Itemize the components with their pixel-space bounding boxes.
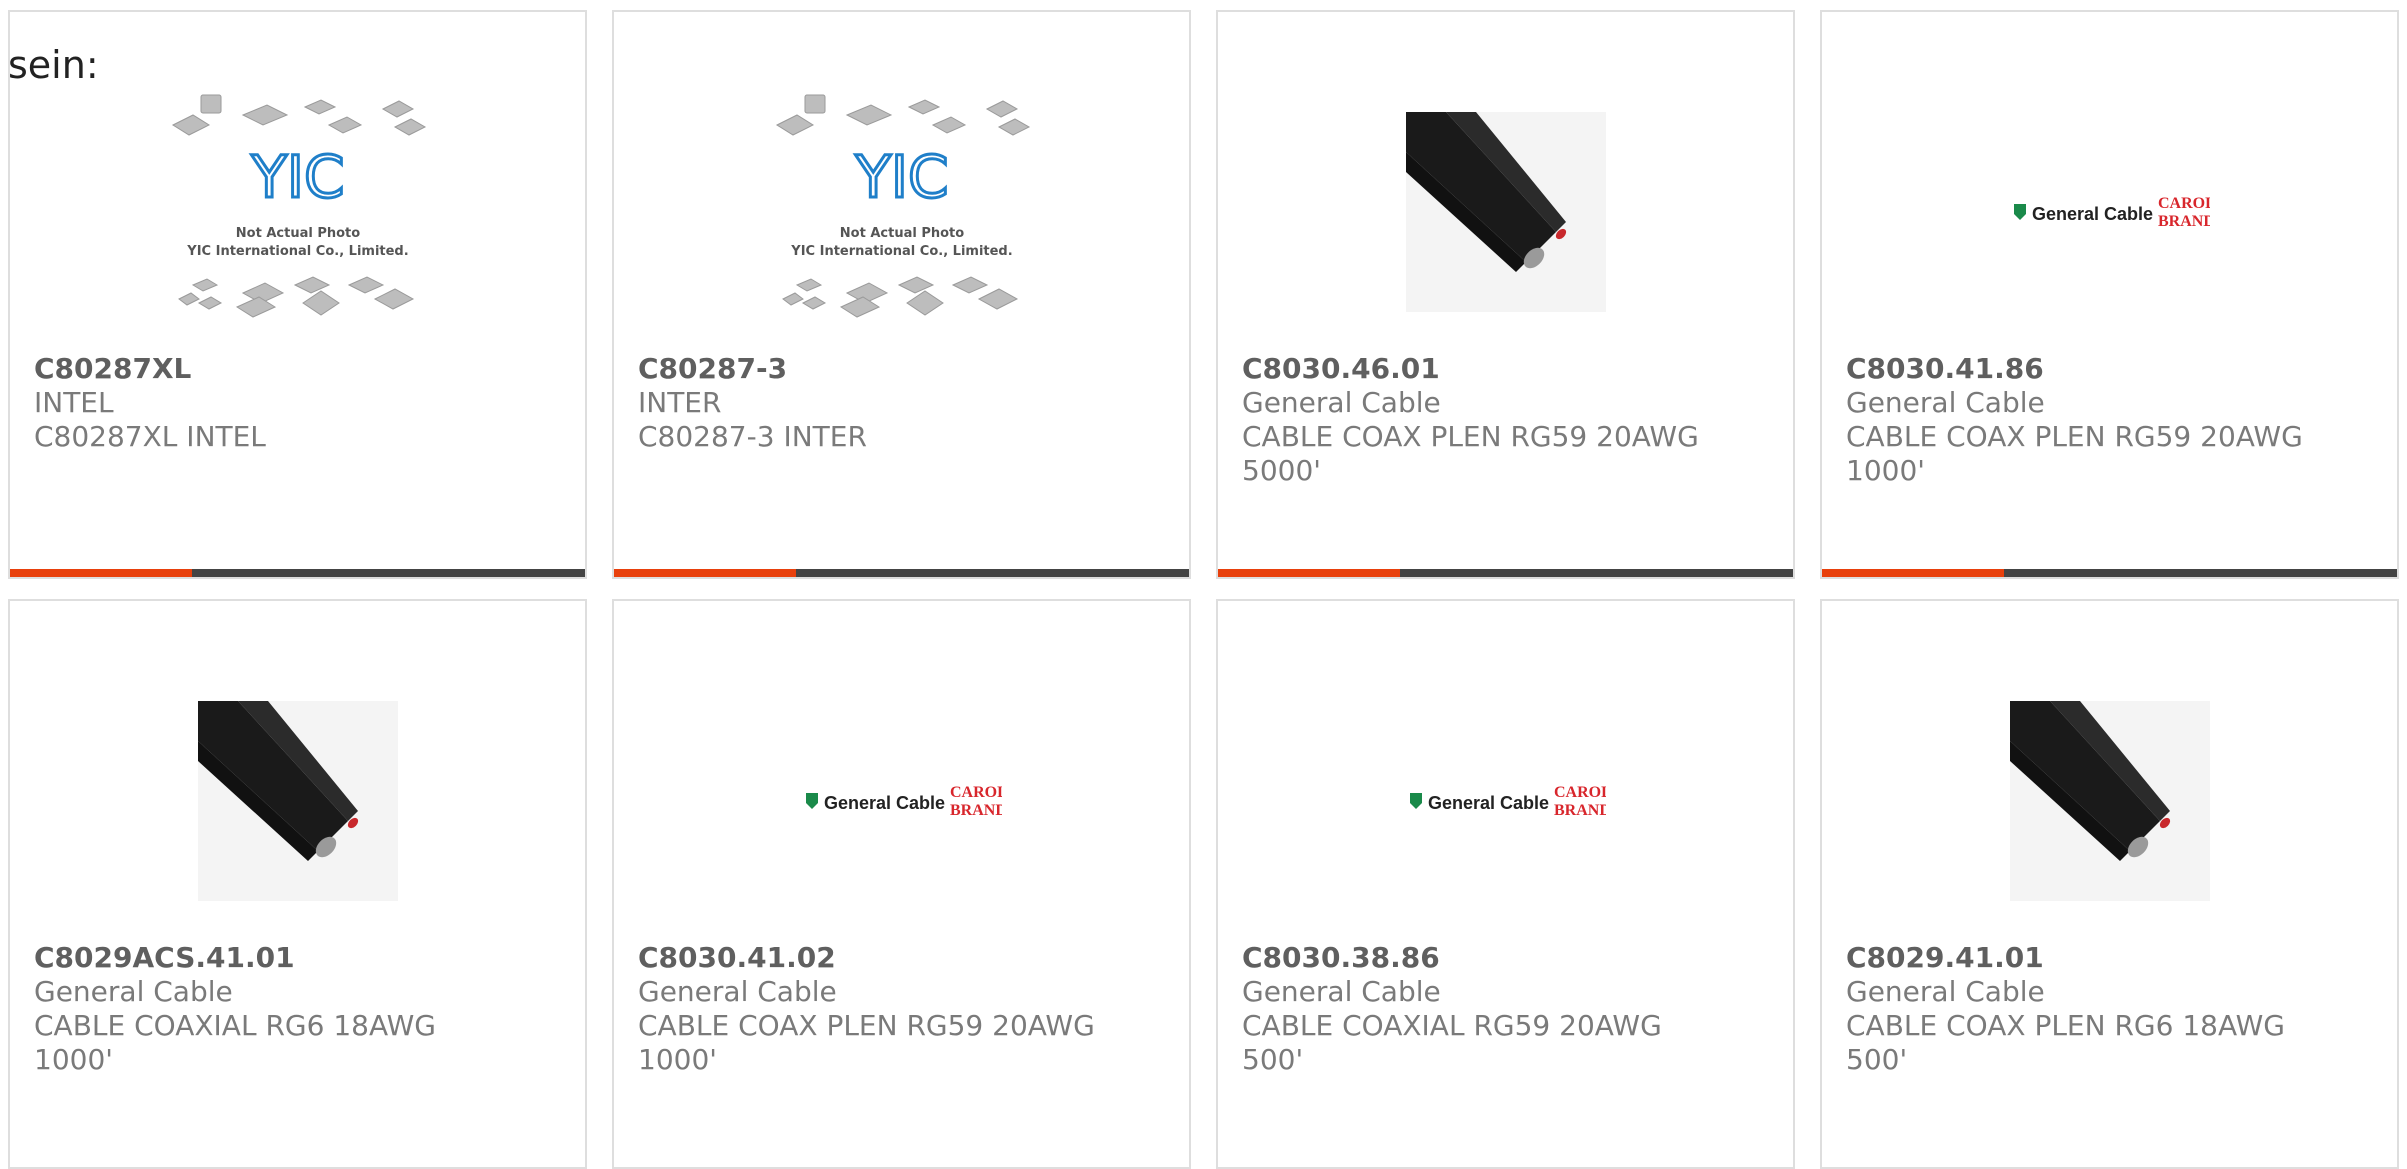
card-bar-accent [10, 569, 192, 577]
image-caption-1: Not Actual Photo [235, 226, 359, 241]
brand-name-2a: CAROL [950, 784, 1002, 801]
card-bar-accent [1822, 569, 2004, 577]
brand-name-2b: BRAND [2158, 213, 2210, 230]
card-bar-accent [1218, 569, 1400, 577]
card-progress-bar [614, 569, 1189, 577]
description-line-1: CABLE COAX PLEN RG59 20AWG [1242, 420, 1699, 453]
description-line-2: 500' [1846, 1043, 1908, 1076]
description-line-2: 5000' [1242, 454, 1321, 487]
description-line-1: CABLE COAX PLEN RG6 18AWG [1846, 1009, 2285, 1042]
description-line-1: CABLE COAX PLEN RG59 20AWG [1846, 420, 2303, 453]
description-line-2: 1000' [34, 1043, 113, 1076]
product-grid-row-1: YIC Not Actual Photo YIC International C… [8, 10, 2400, 579]
brand-name-2a: CAROL [1554, 784, 1606, 801]
product-info: C8030.38.86 General Cable CABLE COAXIAL … [1242, 941, 1773, 1077]
product-info: C80287XL INTEL C80287XL INTEL [34, 352, 565, 454]
manufacturer: General Cable [1242, 975, 1441, 1008]
part-number-link[interactable]: C8029.41.01 [1846, 941, 2377, 975]
manufacturer: INTEL [34, 386, 114, 419]
card-progress-bar [1218, 569, 1793, 577]
manufacturer: General Cable [1846, 975, 2045, 1008]
product-card[interactable]: C8030.46.01 General Cable CABLE COAX PLE… [1216, 10, 1795, 579]
product-grid-row-2: C8029ACS.41.01 General Cable CABLE COAXI… [8, 599, 2400, 1169]
description-line-2: 1000' [638, 1043, 717, 1076]
part-number-link[interactable]: C80287XL [34, 352, 565, 386]
manufacturer: General Cable [34, 975, 233, 1008]
description-line-1: C80287XL INTEL [34, 420, 266, 453]
card-progress-bar [1822, 569, 2397, 577]
brand-name-2a: CAROL [2158, 195, 2210, 212]
part-number-link[interactable]: C8029ACS.41.01 [34, 941, 565, 975]
page-label: sein: [8, 43, 99, 87]
description-line-1: CABLE COAX PLEN RG59 20AWG [638, 1009, 1095, 1042]
general-cable-brand-logo: General Cable CAROL BRAND [2013, 195, 2210, 230]
description-line-2: 500' [1242, 1043, 1304, 1076]
product-info: C8030.41.86 General Cable CABLE COAX PLE… [1846, 352, 2377, 488]
product-image[interactable] [163, 661, 433, 941]
part-number-link[interactable]: C8030.46.01 [1242, 352, 1773, 386]
product-image[interactable]: General Cable CAROL BRAND [1975, 72, 2245, 352]
coax-cable-photo [1405, 112, 1606, 312]
general-cable-brand-logo: General Cable CAROL BRAND [1409, 784, 1606, 819]
description-line-1: C80287-3 INTER [638, 420, 867, 453]
yic-logo: YIC [854, 143, 948, 211]
part-number-link[interactable]: C8030.41.86 [1846, 352, 2377, 386]
product-info: C8029.41.01 General Cable CABLE COAX PLE… [1846, 941, 2377, 1077]
product-card[interactable]: YIC Not Actual Photo YIC International C… [8, 10, 587, 579]
image-caption-1: Not Actual Photo [839, 226, 963, 241]
product-image[interactable] [1371, 72, 1641, 352]
shield-icon [2013, 204, 2026, 220]
manufacturer: General Cable [638, 975, 837, 1008]
shield-icon [805, 793, 818, 809]
product-card[interactable]: General Cable CAROL BRAND C8030.38.86 Ge… [1216, 599, 1795, 1169]
product-card[interactable]: C8029.41.01 General Cable CABLE COAX PLE… [1820, 599, 2399, 1169]
description-line-1: CABLE COAXIAL RG6 18AWG [34, 1009, 436, 1042]
part-number-link[interactable]: C8030.38.86 [1242, 941, 1773, 975]
brand-name-2b: BRAND [950, 802, 1002, 819]
manufacturer: INTER [638, 386, 722, 419]
image-caption-2: YIC International Co., Limited. [186, 244, 408, 259]
brand-name-1: General Cable [2032, 204, 2153, 224]
image-caption-2: YIC International Co., Limited. [790, 244, 1012, 259]
product-info: C8029ACS.41.01 General Cable CABLE COAXI… [34, 941, 565, 1077]
yic-logo: YIC [250, 143, 344, 211]
card-progress-bar [10, 569, 585, 577]
general-cable-brand-logo: General Cable CAROL BRAND [805, 784, 1002, 819]
product-image[interactable] [1975, 661, 2245, 941]
product-info: C8030.46.01 General Cable CABLE COAX PLE… [1242, 352, 1773, 488]
manufacturer: General Cable [1846, 386, 2045, 419]
part-number-link[interactable]: C80287-3 [638, 352, 1169, 386]
coax-cable-photo [2009, 701, 2210, 901]
product-info: C80287-3 INTER C80287-3 INTER [638, 352, 1169, 454]
product-image[interactable]: General Cable CAROL BRAND [1371, 661, 1641, 941]
product-info: C8030.41.02 General Cable CABLE COAX PLE… [638, 941, 1169, 1077]
product-card[interactable]: General Cable CAROL BRAND C8030.41.02 Ge… [612, 599, 1191, 1169]
brand-name-1: General Cable [824, 793, 945, 813]
part-number-link[interactable]: C8030.41.02 [638, 941, 1169, 975]
product-image[interactable]: General Cable CAROL BRAND [767, 661, 1037, 941]
description-line-1: CABLE COAXIAL RG59 20AWG [1242, 1009, 1662, 1042]
yic-placeholder-image: YIC Not Actual Photo YIC International C… [775, 94, 1030, 318]
product-image[interactable]: YIC Not Actual Photo YIC International C… [767, 72, 1037, 352]
brand-name-1: General Cable [1428, 793, 1549, 813]
coax-cable-photo [197, 701, 398, 901]
product-image[interactable]: YIC Not Actual Photo YIC International C… [163, 72, 433, 352]
product-card[interactable]: YIC Not Actual Photo YIC International C… [612, 10, 1191, 579]
manufacturer: General Cable [1242, 386, 1441, 419]
shield-icon [1409, 793, 1422, 809]
yic-placeholder-image: YIC Not Actual Photo YIC International C… [171, 94, 426, 318]
product-card[interactable]: General Cable CAROL BRAND C8030.41.86 Ge… [1820, 10, 2399, 579]
description-line-2: 1000' [1846, 454, 1925, 487]
brand-name-2b: BRAND [1554, 802, 1606, 819]
product-card[interactable]: C8029ACS.41.01 General Cable CABLE COAXI… [8, 599, 587, 1169]
card-bar-accent [614, 569, 796, 577]
